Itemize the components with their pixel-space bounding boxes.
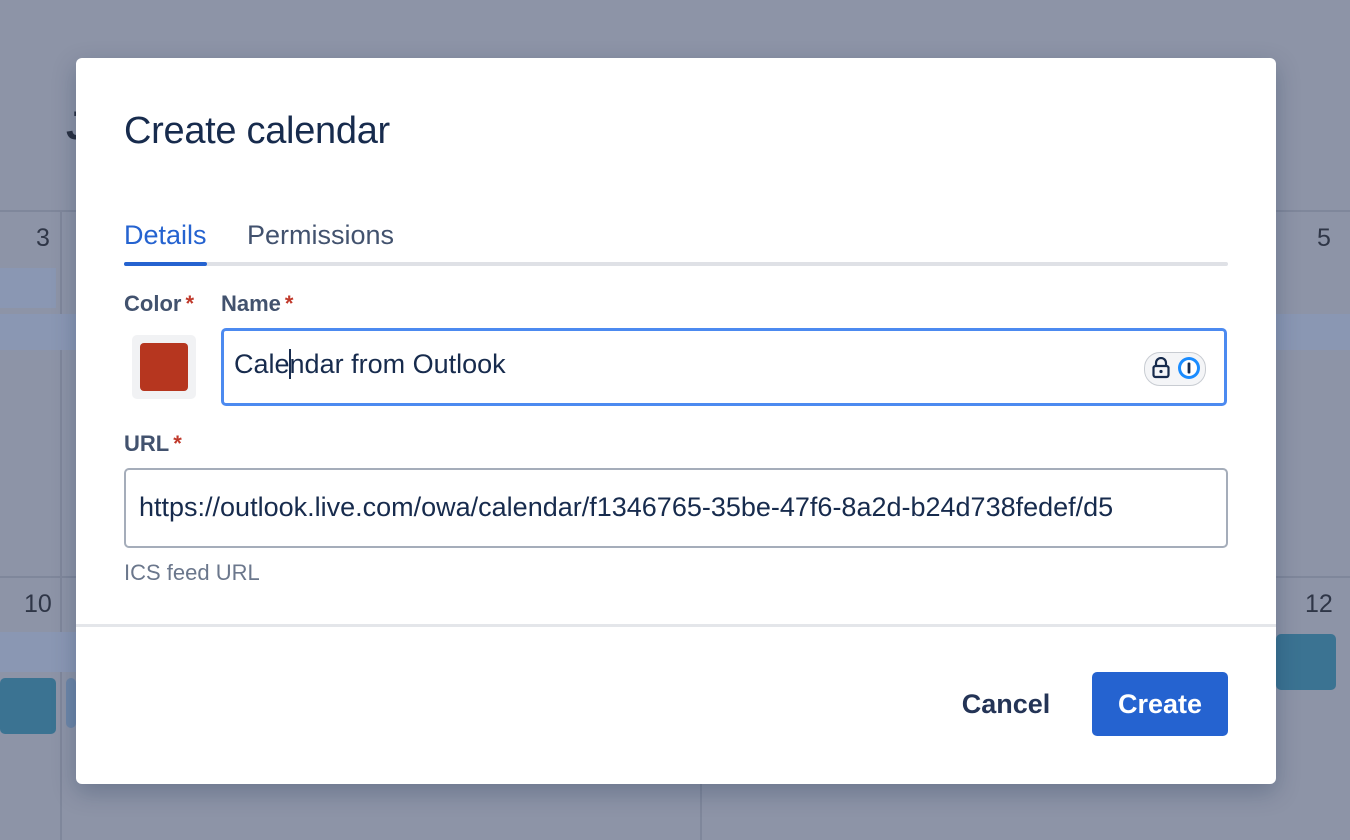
calendar-event[interactable] (66, 678, 76, 728)
calendar-event[interactable] (0, 678, 56, 734)
day-number: 5 (1317, 224, 1331, 252)
name-input-value: Calendar from Outlook (234, 349, 506, 380)
dialog-tabs: Details Permissions (124, 218, 1228, 266)
dialog-title: Create calendar (124, 110, 390, 152)
url-label-text: URL (124, 431, 170, 456)
url-label: URL * (124, 431, 182, 457)
color-label-text: Color (124, 291, 182, 316)
tab-details[interactable]: Details (124, 218, 207, 266)
calendar-event-band (0, 268, 56, 308)
password-manager-logo-icon (1178, 357, 1200, 379)
color-picker-button[interactable] (132, 335, 196, 399)
tab-track (124, 262, 1228, 266)
name-label: Name * (221, 291, 293, 317)
name-input[interactable]: Calendar from Outlook (221, 328, 1227, 406)
calendar-event-band (1276, 314, 1350, 350)
required-asterisk: * (284, 291, 294, 316)
calendar-event-band (0, 314, 76, 350)
url-input[interactable]: https://outlook.live.com/owa/calendar/f1… (124, 468, 1228, 548)
footer-divider (76, 624, 1276, 627)
calendar-column-divider (60, 210, 62, 840)
day-number: 12 (1305, 590, 1333, 618)
required-asterisk: * (173, 431, 182, 456)
create-button[interactable]: Create (1092, 672, 1228, 736)
color-swatch (140, 343, 188, 391)
calendar-event-band (0, 632, 76, 672)
name-value-after-caret: ndar from Outlook (289, 349, 506, 379)
day-number: 3 (36, 224, 50, 252)
lock-icon (1152, 357, 1170, 379)
color-label: Color * (124, 291, 194, 317)
name-label-text: Name (221, 291, 281, 316)
required-asterisk: * (185, 291, 195, 316)
create-calendar-dialog: Create calendar Details Permissions Colo… (76, 58, 1276, 784)
url-helper-text: ICS feed URL (124, 560, 260, 585)
password-manager-button[interactable] (1144, 352, 1206, 386)
cancel-button[interactable]: Cancel (944, 672, 1068, 736)
name-value-before-caret: Cale (234, 349, 290, 379)
url-input-value: https://outlook.live.com/owa/calendar/f1… (139, 492, 1114, 522)
calendar-event[interactable] (1276, 634, 1336, 690)
tab-permissions[interactable]: Permissions (247, 218, 394, 262)
day-number: 10 (24, 590, 52, 618)
